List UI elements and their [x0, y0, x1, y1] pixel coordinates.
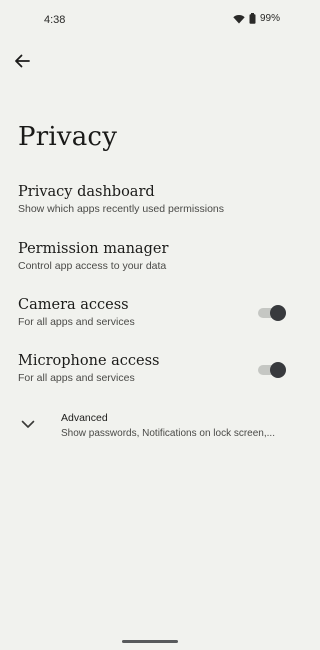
- advanced-title: Advanced: [61, 412, 108, 424]
- status-icons: 99%: [233, 13, 280, 24]
- setting-microphone-access[interactable]: Microphone access For all apps and servi…: [18, 353, 288, 384]
- battery-icon: [249, 13, 256, 24]
- back-arrow-icon: [15, 54, 30, 68]
- toggle-thumb: [270, 305, 286, 321]
- setting-title: Privacy dashboard: [18, 184, 155, 200]
- chevron-down-icon: [21, 420, 35, 428]
- toggle-thumb: [270, 362, 286, 378]
- microphone-access-toggle[interactable]: [256, 361, 286, 379]
- setting-subtitle: For all apps and services: [18, 372, 135, 384]
- wifi-icon: [233, 14, 245, 23]
- setting-title: Permission manager: [18, 241, 169, 257]
- setting-permission-manager[interactable]: Permission manager Control app access to…: [18, 241, 288, 272]
- back-button[interactable]: [11, 50, 33, 72]
- status-time: 4:38: [44, 14, 66, 26]
- setting-subtitle: Show which apps recently used permission…: [18, 203, 225, 215]
- status-bar: 4:38 99%: [0, 0, 300, 40]
- setting-camera-access[interactable]: Camera access For all apps and services: [18, 297, 288, 328]
- battery-level: 99%: [259, 13, 280, 24]
- setting-subtitle: For all apps and services: [18, 316, 135, 328]
- camera-access-toggle[interactable]: [256, 304, 286, 322]
- advanced-subtitle: Show passwords, Notifications on lock sc…: [61, 428, 275, 439]
- setting-subtitle: Control app access to your data: [18, 260, 167, 272]
- gesture-nav-handle[interactable]: [122, 640, 178, 643]
- setting-privacy-dashboard[interactable]: Privacy dashboard Show which apps recent…: [18, 184, 288, 215]
- page-title: Privacy: [18, 122, 118, 152]
- setting-title: Camera access: [18, 297, 129, 313]
- setting-title: Microphone access: [18, 353, 160, 369]
